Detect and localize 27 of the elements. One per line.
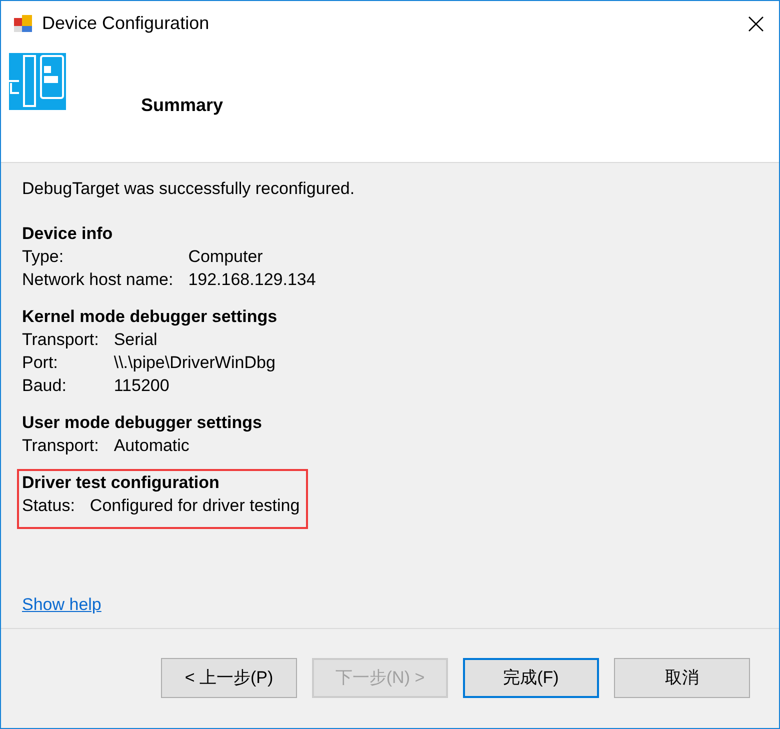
field-value: 192.168.129.134 [188,269,316,291]
field-value: Configured for driver testing [90,495,300,517]
field-value: 115200 [114,375,170,397]
field-label: Port: [22,352,59,374]
window-title: Device Configuration [42,12,210,35]
dialog-button[interactable]: 完成(F) [463,658,599,698]
field-label: Network host name: [22,269,174,291]
field-label: Transport: [22,329,99,351]
field-label: Type: [22,246,65,268]
dialog-button[interactable]: < 上一步(P) [161,658,297,698]
section-heading: Driver test configuration [22,472,220,494]
page-title: Summary [141,94,224,117]
app-icon [13,14,33,34]
field-label: Baud: [22,375,68,397]
status-message: DebugTarget was successfully reconfigured. [22,178,356,200]
field-value: Computer [188,246,264,268]
field-label: Transport: [22,435,99,457]
field-value: Serial [114,329,158,351]
section-heading: User mode debugger settings [22,412,262,434]
device-icon [9,53,66,110]
field-value: \\.\pipe\DriverWinDbg [114,352,276,374]
section-heading: Device info [22,223,114,245]
dialog-button[interactable]: 取消 [614,658,750,698]
field-label: Status: [22,495,75,517]
help-link[interactable]: Show help [22,593,102,616]
section-heading: Kernel mode debugger settings [22,306,278,328]
field-value: Automatic [114,435,190,457]
